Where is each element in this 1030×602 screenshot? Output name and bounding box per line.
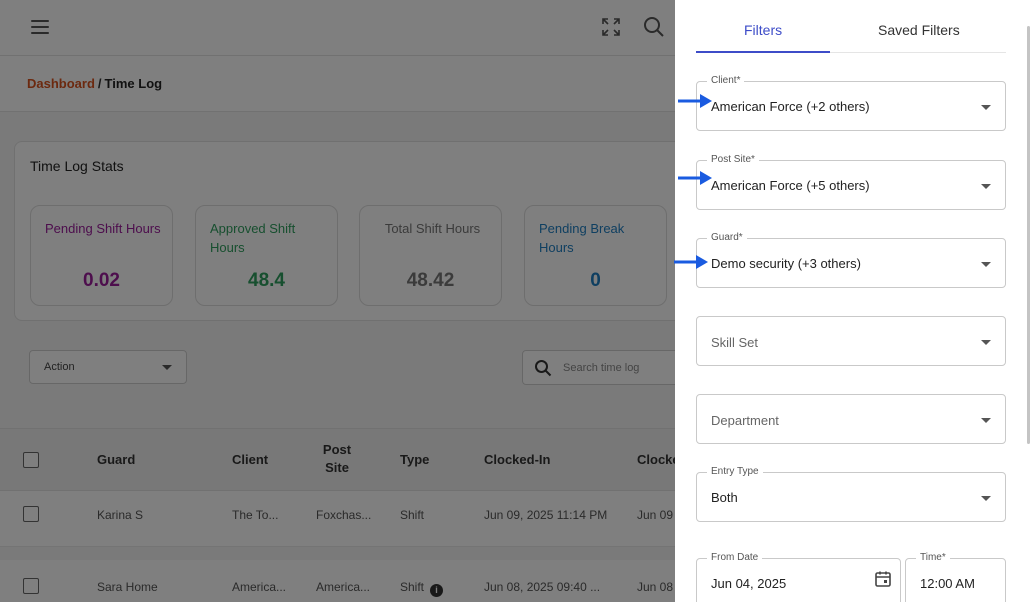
arrow-right-icon — [674, 255, 708, 269]
arrow-right-icon — [678, 94, 712, 108]
from-date-field[interactable]: From Date Jun 04, 2025 — [696, 552, 901, 602]
calendar-icon[interactable] — [874, 570, 892, 588]
post-site-value: American Force (+5 others) — [711, 178, 870, 193]
post-site-label: Post Site* — [707, 154, 759, 166]
chevron-down-icon — [981, 340, 991, 345]
filter-tabs: Filters Saved Filters — [696, 0, 1006, 53]
chevron-down-icon — [981, 496, 991, 501]
active-tab-indicator — [696, 51, 830, 53]
department-placeholder: Department — [711, 413, 779, 428]
skill-set-select[interactable]: Skill Set — [696, 316, 1006, 366]
time-field[interactable]: Time* 12:00 AM — [905, 552, 1006, 602]
time-value: 12:00 AM — [920, 576, 975, 591]
client-select[interactable]: Client* American Force (+2 others) — [696, 75, 1006, 131]
guard-label: Guard* — [707, 232, 747, 244]
guard-value: Demo security (+3 others) — [711, 256, 861, 271]
post-site-select[interactable]: Post Site* American Force (+5 others) — [696, 154, 1006, 210]
client-label: Client* — [707, 75, 745, 87]
department-select[interactable]: Department — [696, 394, 1006, 444]
chevron-down-icon — [981, 262, 991, 267]
client-value: American Force (+2 others) — [711, 99, 870, 114]
from-date-label: From Date — [707, 552, 763, 564]
tab-saved-filters[interactable]: Saved Filters — [878, 22, 960, 38]
skill-set-placeholder: Skill Set — [711, 335, 758, 350]
entry-type-value: Both — [711, 490, 738, 505]
entry-type-select[interactable]: Entry Type Both — [696, 466, 1006, 522]
chevron-down-icon — [981, 184, 991, 189]
from-date-value: Jun 04, 2025 — [711, 576, 787, 591]
tab-filters[interactable]: Filters — [744, 22, 782, 38]
chevron-down-icon — [981, 105, 991, 110]
filters-drawer: Filters Saved Filters Client* American F… — [675, 0, 1030, 602]
entry-type-label: Entry Type — [707, 466, 763, 478]
guard-select[interactable]: Guard* Demo security (+3 others) — [696, 232, 1006, 288]
time-label: Time* — [916, 552, 950, 564]
arrow-right-icon — [678, 171, 712, 185]
chevron-down-icon — [981, 418, 991, 423]
